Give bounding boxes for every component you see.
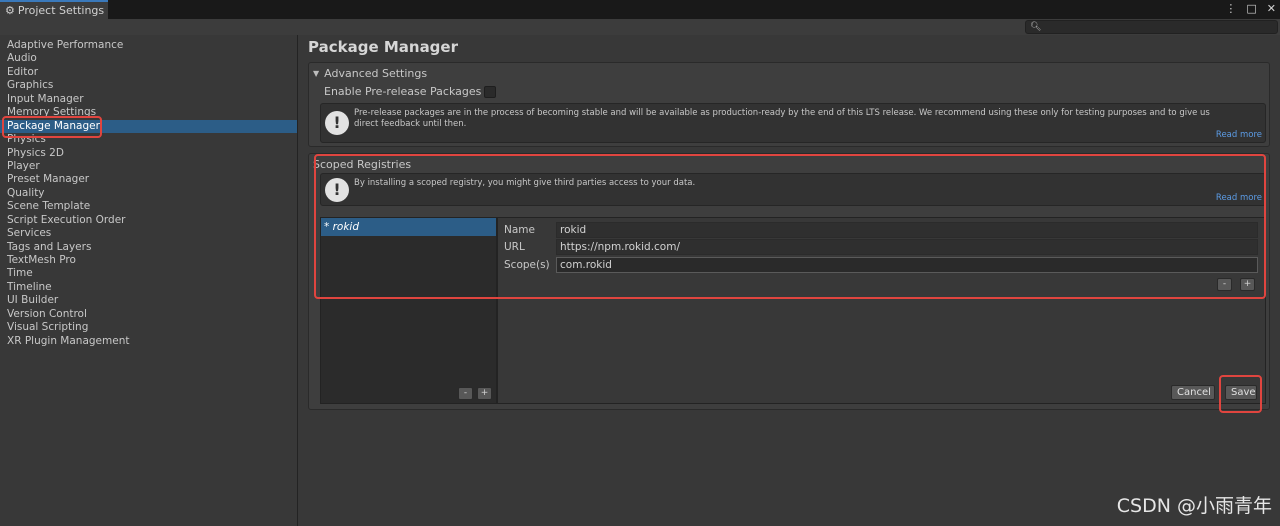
enable-prerelease-label: Enable Pre-release Packages (324, 85, 482, 98)
enable-prerelease-checkbox[interactable] (484, 85, 497, 98)
warning-icon: ! (325, 111, 349, 135)
sidebar-item-ui-builder[interactable]: UI Builder (0, 294, 297, 307)
window-tab-bar: ⚙ Project Settings ⋮ □ ✕ (0, 0, 1280, 19)
advanced-settings-foldout[interactable]: ▼ Advanced Settings (313, 67, 427, 80)
sidebar-list: Adaptive Performance Audio Editor Graphics I… (0, 35, 297, 348)
search-input[interactable] (1044, 21, 1275, 33)
name-row: Name rokid (504, 221, 1258, 238)
sidebar-item-scene-template[interactable]: Scene Template (0, 200, 297, 213)
read-more-link[interactable]: Read more (1216, 130, 1262, 140)
search-icon: 🔍︎ (1030, 22, 1042, 32)
scoped-help-text: By installing a scoped registry, you mig… (354, 178, 696, 188)
toolbar: 🔍︎ (0, 19, 1280, 35)
sidebar-item-quality[interactable]: Quality (0, 187, 297, 200)
name-field[interactable]: rokid (556, 221, 1258, 238)
sidebar-item-graphics[interactable]: Graphics (0, 79, 297, 92)
enable-prerelease-row: Enable Pre-release Packages (324, 85, 497, 98)
maximize-icon[interactable]: □ (1246, 2, 1256, 16)
scope-label: Scope(s) (504, 258, 550, 271)
sidebar-item-editor[interactable]: Editor (0, 66, 297, 79)
cancel-button[interactable]: Cancel (1171, 385, 1215, 400)
scope-row: Scope(s) com.rokid (504, 256, 1258, 273)
save-button[interactable]: Save (1225, 385, 1257, 400)
warning-icon: ! (325, 177, 349, 202)
scoped-registries-panel: Scoped Registries ! By installing a scop… (308, 153, 1270, 410)
sidebar-item-physics-2d[interactable]: Physics 2D (0, 147, 297, 160)
window-controls: ⋮ □ ✕ (1225, 2, 1276, 16)
tab-project-settings[interactable]: ⚙ Project Settings (0, 0, 108, 19)
url-label: URL (504, 240, 525, 253)
scoped-registries-header-row: Scoped Registries (313, 158, 411, 171)
registry-detail: Name rokid URL https://npm.rokid.com/ Sc… (497, 217, 1266, 404)
sidebar-item-package-manager[interactable]: Package Manager (0, 119, 297, 134)
sidebar-item-script-execution-order[interactable]: Script Execution Order (0, 214, 297, 227)
sidebar-item-player[interactable]: Player (0, 160, 297, 173)
sidebar-item-memory-settings[interactable]: Memory Settings (0, 106, 297, 119)
add-scope-button[interactable]: + (1240, 278, 1255, 291)
remove-registry-button[interactable]: - (458, 387, 473, 400)
sidebar-item-tags-and-layers[interactable]: Tags and Layers (0, 241, 297, 254)
add-registry-button[interactable]: + (477, 387, 492, 400)
registry-list: * rokid - + (320, 217, 497, 404)
scope-field[interactable]: com.rokid (556, 256, 1258, 273)
more-options-icon[interactable]: ⋮ (1225, 2, 1236, 16)
sidebar-item-textmesh-pro[interactable]: TextMesh Pro (0, 254, 297, 267)
tab-title: Project Settings (17, 4, 105, 17)
search-box[interactable]: 🔍︎ (1025, 20, 1278, 34)
main-panel: Package Manager ▼ Advanced Settings Enab… (299, 35, 1280, 526)
sidebar-item-visual-scripting[interactable]: Visual Scripting (0, 321, 297, 334)
sidebar-item-preset-manager[interactable]: Preset Manager (0, 173, 297, 186)
registry-item-rokid[interactable]: * rokid (321, 218, 496, 236)
sidebar-item-timeline[interactable]: Timeline (0, 281, 297, 294)
name-label: Name (504, 223, 535, 236)
sidebar-item-audio[interactable]: Audio (0, 52, 297, 65)
sidebar-item-adaptive-performance[interactable]: Adaptive Performance (0, 39, 297, 52)
settings-sidebar: Adaptive Performance Audio Editor Graphics I… (0, 35, 298, 526)
scoped-help-box: ! By installing a scoped registry, you m… (320, 173, 1266, 206)
sidebar-item-services[interactable]: Services (0, 227, 297, 240)
advanced-settings-header: Advanced Settings (324, 67, 428, 80)
foldout-triangle-icon: ▼ (313, 69, 320, 78)
prerelease-help-box: ! Pre-release packages are in the proces… (320, 103, 1266, 143)
url-row: URL https://npm.rokid.com/ (504, 238, 1258, 255)
sidebar-item-time[interactable]: Time (0, 267, 297, 280)
sidebar-item-xr-plugin-management[interactable]: XR Plugin Management (0, 335, 297, 348)
gear-icon: ⚙ (5, 4, 15, 17)
advanced-settings-panel: ▼ Advanced Settings Enable Pre-release P… (308, 62, 1270, 147)
read-more-link[interactable]: Read more (1216, 193, 1262, 203)
url-field[interactable]: https://npm.rokid.com/ (556, 238, 1258, 255)
scoped-registries-header: Scoped Registries (313, 158, 412, 171)
close-icon[interactable]: ✕ (1267, 2, 1276, 16)
remove-scope-button[interactable]: - (1217, 278, 1232, 291)
prerelease-help-text: Pre-release packages are in the process … (354, 108, 1210, 129)
sidebar-item-physics[interactable]: Physics (0, 133, 297, 146)
watermark-text: CSDN @小雨青年 (1116, 495, 1272, 517)
sidebar-item-input-manager[interactable]: Input Manager (0, 93, 297, 106)
page-title: Package Manager (308, 38, 458, 56)
sidebar-item-version-control[interactable]: Version Control (0, 308, 297, 321)
